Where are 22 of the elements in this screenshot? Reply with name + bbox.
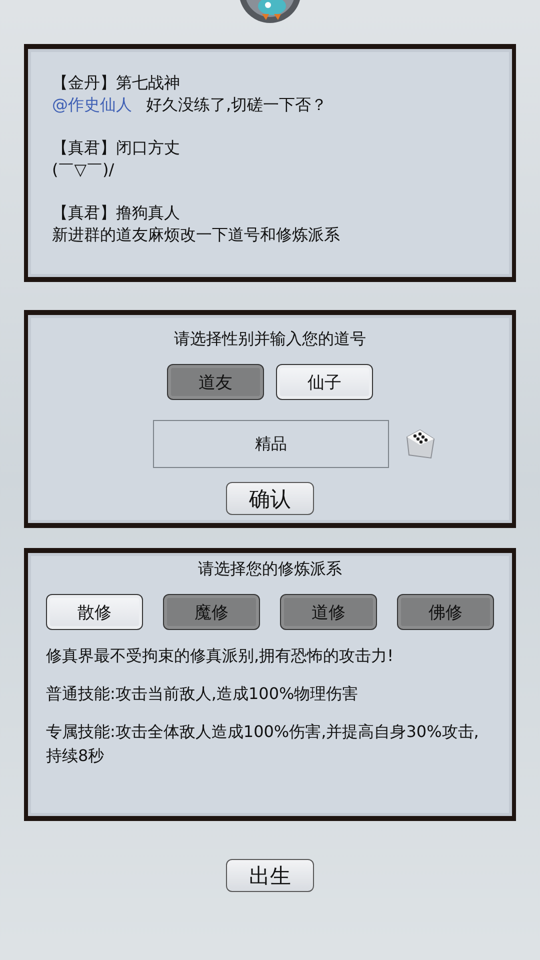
school-button[interactable]: 散修 <box>46 594 143 630</box>
sender-name: 【真君】撸狗真人 <box>52 203 181 224</box>
school-button[interactable]: 道修 <box>280 594 377 630</box>
sender-name: 【金丹】第七战神 <box>52 73 181 94</box>
gender-button[interactable]: 仙子 <box>276 364 373 400</box>
description-text: 专属技能:攻击全体敌人造成100%伤害,并提高自身30%攻击,持续8秒 <box>46 721 480 767</box>
panel-title: 请选择您的修炼派系 <box>198 559 342 580</box>
name-input-field[interactable]: 精品 <box>153 420 389 468</box>
message-text: 新进群的道友麻烦改一下道号和修炼派系 <box>52 225 340 244</box>
description-text: 修真界最不受拘束的修真派别,拥有恐怖的攻击力! <box>46 645 394 667</box>
avatar-icon <box>238 0 302 24</box>
mention-link[interactable]: @作史仙人 <box>52 95 132 114</box>
message-text: (￣▽￣)/ <box>52 160 114 179</box>
panel-title: 请选择性别并输入您的道号 <box>174 329 366 350</box>
sender-name: 【真君】闭口方丈 <box>52 138 181 159</box>
confirm-button[interactable]: 确认 <box>226 482 314 515</box>
gender-button[interactable]: 道友 <box>167 364 264 400</box>
school-button[interactable]: 魔修 <box>163 594 260 630</box>
message-text: 好久没练了,切磋一下否？ <box>146 95 328 114</box>
school-button[interactable]: 佛修 <box>397 594 494 630</box>
birth-button[interactable]: 出生 <box>226 859 314 892</box>
description-text: 普通技能:攻击当前敌人,造成100%物理伤害 <box>46 683 360 705</box>
